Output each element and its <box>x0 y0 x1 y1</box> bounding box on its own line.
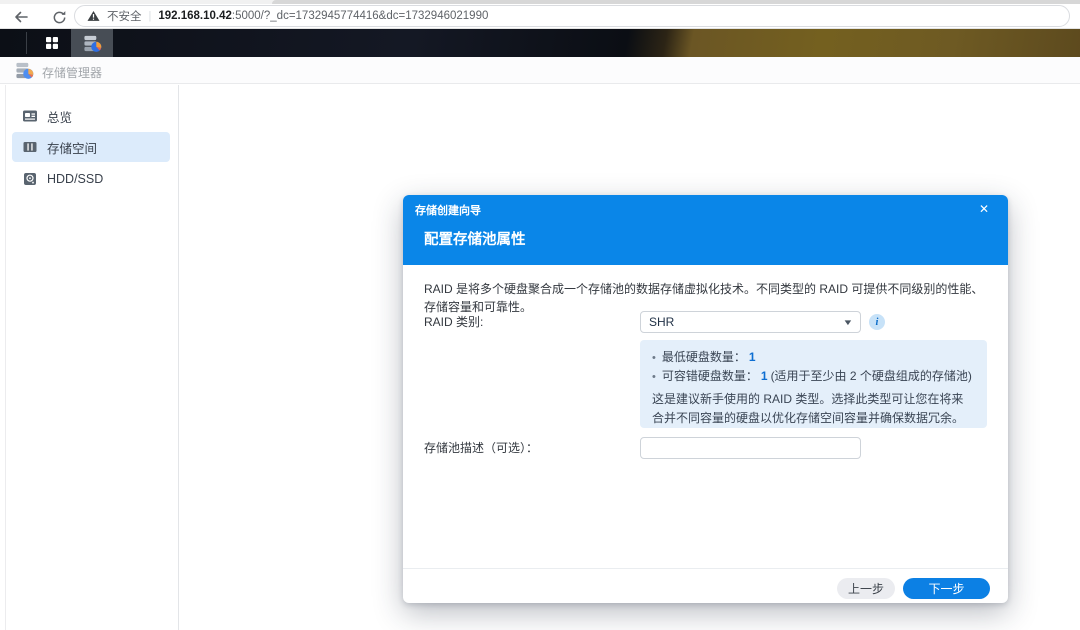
pool-description-input[interactable] <box>640 437 861 459</box>
tolerance-value: 1 <box>758 367 771 386</box>
address-separator: | <box>149 10 152 22</box>
browser-reload-button[interactable] <box>48 6 70 28</box>
taskbar-divider <box>26 32 27 54</box>
bullet-icon: • <box>652 369 656 386</box>
raid-type-description: 这是建议新手使用的 RAID 类型。选择此类型可让您在将来合并不同容量的硬盘以优… <box>652 390 975 428</box>
not-secure-label: 不安全 <box>107 8 142 24</box>
url-host: 192.168.10.42 <box>158 10 232 22</box>
window-titlebar: 存储管理器 <box>0 57 1080 84</box>
taskbar-storage-manager-tab[interactable] <box>71 29 113 57</box>
window-left-edge <box>5 85 6 630</box>
overview-icon <box>22 108 38 124</box>
sidebar-divider <box>178 85 179 630</box>
sidebar-item-label: 存储空间 <box>47 138 97 157</box>
footer-divider <box>403 568 1008 569</box>
min-disks-value: 1 <box>746 348 759 367</box>
sidebar-item-storage-space[interactable]: 存储空间 <box>12 132 170 162</box>
tolerance-row: • 可容错硬盘数量： 1 (适用于至少由 2 个硬盘组成的存储池) <box>652 367 975 386</box>
tolerance-note: (适用于至少由 2 个硬盘组成的存储池) <box>771 367 972 386</box>
address-bar[interactable]: 不安全 | 192.168.10.42:5000/?_dc=1732945774… <box>74 5 1070 27</box>
sidebar-item-hdd-ssd[interactable]: HDD/SSD <box>12 166 170 192</box>
min-disks-label: 最低硬盘数量： <box>662 348 746 367</box>
browser-back-button[interactable] <box>10 6 32 28</box>
raid-type-label: RAID 类别: <box>424 311 483 333</box>
raid-type-select[interactable]: SHR ▼ <box>640 311 861 333</box>
storage-space-icon <box>22 139 38 155</box>
dialog-header: 存储创建向导 ✕ 配置存储池属性 <box>403 195 1008 265</box>
bullet-icon: • <box>652 350 656 367</box>
hdd-icon <box>22 171 38 187</box>
browser-toolbar: 不安全 | 192.168.10.42:5000/?_dc=1732945774… <box>0 4 1080 29</box>
raid-info-box: • 最低硬盘数量： 1 • 可容错硬盘数量： 1 (适用于至少由 2 个硬盘组成… <box>640 340 987 428</box>
main-menu-button[interactable] <box>34 29 70 57</box>
window-title: 存储管理器 <box>42 64 102 81</box>
previous-step-button[interactable]: 上一步 <box>837 578 895 599</box>
next-step-button[interactable]: 下一步 <box>903 578 990 599</box>
sidebar-item-overview[interactable]: 总览 <box>12 103 170 129</box>
url-path: :5000/?_dc=1732945774416&dc=173294602199… <box>232 10 488 22</box>
storage-creation-wizard-dialog: 存储创建向导 ✕ 配置存储池属性 RAID 是将多个硬盘聚合成一个存储池的数据存… <box>403 195 1008 603</box>
dialog-step-heading: 配置存储池属性 <box>424 228 526 249</box>
close-icon[interactable]: ✕ <box>975 200 993 218</box>
reload-icon <box>52 10 67 25</box>
chevron-down-icon: ▼ <box>842 318 853 327</box>
url-text: 192.168.10.42:5000/?_dc=1732945774416&dc… <box>158 10 488 22</box>
dsm-taskbar <box>0 29 1080 57</box>
storage-manager-icon <box>83 34 102 53</box>
sidebar-item-label: 总览 <box>47 107 72 126</box>
tolerance-label: 可容错硬盘数量： <box>662 367 758 386</box>
info-icon[interactable]: i <box>869 314 885 330</box>
pool-description-label: 存储池描述（可选）： <box>424 437 538 459</box>
back-arrow-icon <box>13 9 29 25</box>
app-grid-icon <box>44 35 60 51</box>
sidebar-item-label: HDD/SSD <box>47 172 103 186</box>
dialog-title: 存储创建向导 <box>415 202 481 218</box>
min-disks-row: • 最低硬盘数量： 1 <box>652 348 975 367</box>
raid-type-selected-value: SHR <box>649 315 844 329</box>
storage-manager-icon <box>15 61 34 80</box>
not-secure-warning-icon <box>87 10 100 22</box>
